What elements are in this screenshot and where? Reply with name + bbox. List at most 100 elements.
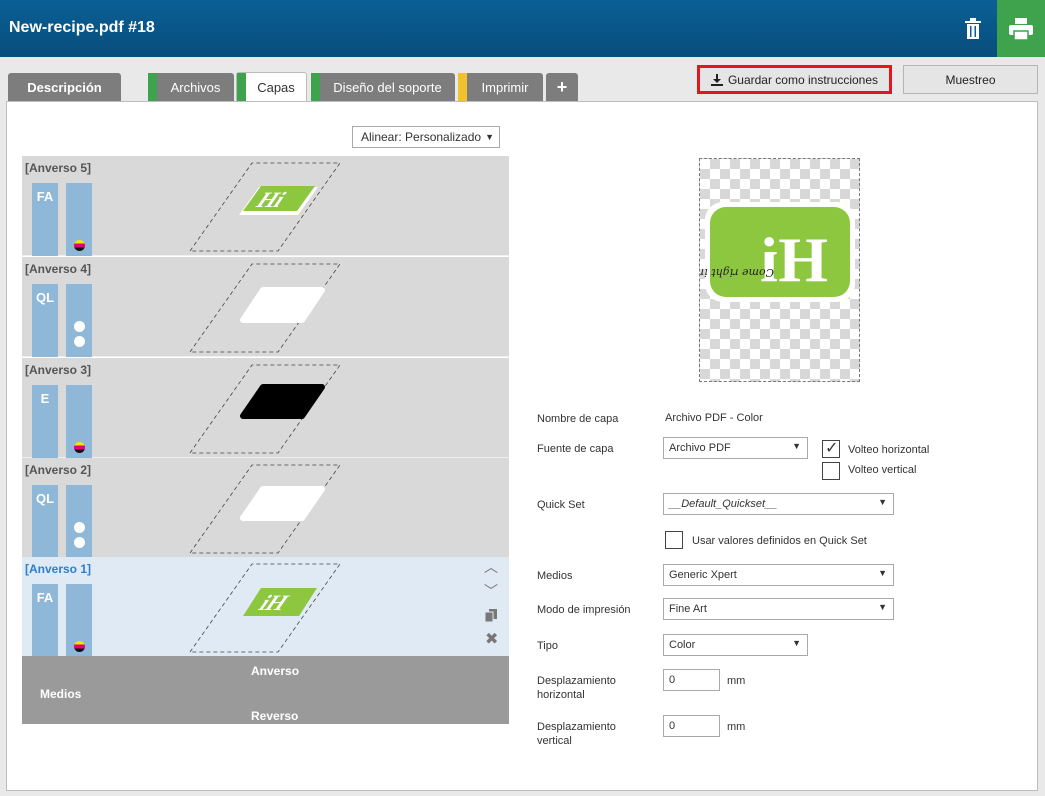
layer-thumbnail: Hi <box>189 162 341 252</box>
chevron-down-icon: ▼ <box>878 568 887 578</box>
trash-button[interactable] <box>950 0 996 57</box>
layer-source-select[interactable]: Archivo PDF ▼ <box>663 437 808 459</box>
logo-handwriting: Come right in! <box>700 266 774 279</box>
print-button[interactable] <box>997 0 1045 57</box>
offset-vertical-value: 0 <box>669 720 676 732</box>
layer-name: [Anverso 2] <box>25 463 92 477</box>
media-label: Medios <box>40 687 82 701</box>
use-quickset-checkbox[interactable] <box>665 531 683 549</box>
white-ink-icon <box>74 522 85 533</box>
chevron-down-icon: ▼ <box>792 441 801 451</box>
layer-thumbnail <box>189 464 341 554</box>
align-select-value: Alinear: Personalizado <box>361 130 482 144</box>
layer-row[interactable]: [Anverso 2] QL <box>22 458 509 558</box>
layer-row[interactable]: [Anverso 4] QL <box>22 257 509 357</box>
layer-ink-code: QL <box>32 284 58 357</box>
print-mode-select[interactable]: Fine Art ▼ <box>663 598 894 620</box>
chevron-down-icon: ▼ <box>792 638 801 648</box>
white-ink-icon <box>74 537 85 548</box>
offset-horizontal-value: 0 <box>669 674 676 686</box>
layer-ink-code: QL <box>32 485 58 558</box>
layer-source-value: Archivo PDF <box>669 442 731 454</box>
type-value: Color <box>669 639 696 651</box>
layer-source-label: Fuente de capa <box>537 443 614 455</box>
page-title: New-recipe.pdf #18 <box>9 19 155 36</box>
tab-status-stripe <box>237 73 246 102</box>
move-down-icon[interactable]: ﹀ <box>484 581 498 601</box>
chevron-down-icon: ▼ <box>878 497 887 507</box>
type-select[interactable]: Color ▼ <box>663 634 808 656</box>
layer-thumbnail <box>189 364 341 454</box>
svg-text:Hi: Hi <box>760 224 828 295</box>
layer-color-bar <box>66 485 92 558</box>
tab-label: Archivos <box>170 79 221 95</box>
media-label-field: Medios <box>537 570 573 582</box>
media-select[interactable]: Generic Xpert ▼ <box>663 564 894 586</box>
logo-image: Hi Come right in! <box>700 202 855 302</box>
cmyk-icon <box>74 240 85 251</box>
align-select[interactable]: Alinear: Personalizado ▼ <box>352 126 500 148</box>
quickset-label: Quick Set <box>537 499 585 511</box>
chevron-down-icon: ▼ <box>485 132 494 142</box>
flip-horizontal-checkbox[interactable]: ✓ <box>822 440 840 458</box>
layer-ink-code: FA <box>32 183 58 256</box>
layer-color-bar <box>66 183 92 256</box>
tab-imprimir[interactable]: Imprimir <box>458 73 543 101</box>
layer-row[interactable]: [Anverso 5] FA Hi <box>22 156 509 256</box>
use-quickset-label: Usar valores definidos en Quick Set <box>692 535 867 547</box>
checkmark-icon: ✓ <box>825 440 839 457</box>
tab-capas[interactable]: Capas <box>236 72 307 102</box>
flip-vertical-checkbox[interactable] <box>822 462 840 480</box>
layer-ink-code: FA <box>32 584 58 657</box>
layer-row[interactable]: [Anverso 3] E <box>22 358 509 458</box>
trash-icon <box>965 17 981 39</box>
add-tab-button[interactable]: + <box>546 73 578 101</box>
layer-name: [Anverso 3] <box>25 363 92 377</box>
layer-row-selected[interactable]: [Anverso 1] FA iH ︿ ﹀ ✖ <box>22 557 509 657</box>
layer-name: [Anverso 5] <box>25 161 92 175</box>
sample-button[interactable]: Muestreo <box>903 65 1038 94</box>
tab-status-stripe <box>458 73 467 101</box>
tab-label: Capas <box>257 80 295 95</box>
layer-thumbnail: iH <box>189 563 341 653</box>
media-front-label: Anverso <box>251 664 300 678</box>
printer-icon <box>1009 17 1033 40</box>
white-ink-icon <box>74 336 85 347</box>
sample-label: Muestreo <box>945 72 996 87</box>
flip-horizontal-label: Volteo horizontal <box>848 444 930 456</box>
layer-color-bar <box>66 385 92 458</box>
layer-color-bar <box>66 584 92 657</box>
tab-descripcion[interactable]: Descripción <box>8 73 121 101</box>
quickset-value: __Default_Quickset__ <box>669 498 778 510</box>
print-mode-label: Modo de impresión <box>537 604 631 616</box>
offset-horizontal-label: Desplazamiento horizontal <box>537 675 616 701</box>
layer-thumbnail <box>189 263 341 353</box>
layer-name-label: Nombre de capa <box>537 413 619 425</box>
plus-icon: + <box>556 76 568 97</box>
delete-icon[interactable]: ✖ <box>485 629 498 649</box>
layer-name: [Anverso 1] <box>25 562 92 576</box>
offset-horizontal-input[interactable]: 0 <box>663 669 720 691</box>
print-mode-value: Fine Art <box>669 603 707 615</box>
tab-diseno-soporte[interactable]: Diseño del soporte <box>311 73 455 101</box>
offset-vertical-unit: mm <box>727 721 746 733</box>
tab-status-stripe <box>311 73 320 101</box>
cmyk-icon <box>74 442 85 453</box>
layer-preview: Hi Come right in! <box>699 158 860 382</box>
layer-color-bar <box>66 284 92 357</box>
media-value: Generic Xpert <box>669 569 737 581</box>
white-ink-icon <box>74 321 85 332</box>
tab-status-stripe <box>148 73 157 101</box>
tab-archivos[interactable]: Archivos <box>148 73 234 101</box>
quickset-select[interactable]: __Default_Quickset__ ▼ <box>663 493 894 515</box>
chevron-down-icon: ▼ <box>878 602 887 612</box>
tab-label: Diseño del soporte <box>333 79 442 95</box>
move-up-icon[interactable]: ︿ <box>484 557 498 577</box>
save-as-instructions-button[interactable]: Guardar como instrucciones <box>697 65 892 94</box>
save-as-instructions-label: Guardar como instrucciones <box>727 72 879 87</box>
offset-vertical-label: Desplazamiento vertical <box>537 721 616 747</box>
flip-vertical-label: Volteo vertical <box>848 464 917 476</box>
duplicate-icon[interactable] <box>485 609 497 622</box>
cmyk-icon <box>74 641 85 652</box>
offset-vertical-input[interactable]: 0 <box>663 715 720 737</box>
